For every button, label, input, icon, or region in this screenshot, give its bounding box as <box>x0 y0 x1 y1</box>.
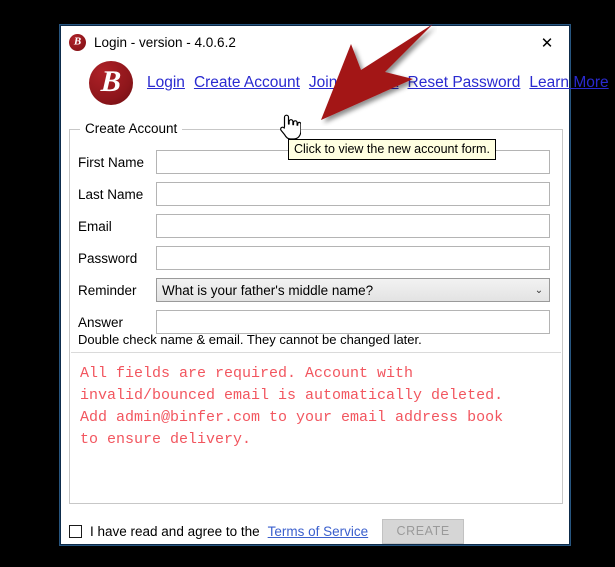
password-input[interactable] <box>156 246 550 270</box>
first-name-label: First Name <box>78 154 145 170</box>
nav-link-login[interactable]: Login <box>147 74 185 92</box>
last-name-label: Last Name <box>78 186 144 202</box>
chevron-down-icon: ⌄ <box>534 284 544 296</box>
email-input[interactable] <box>156 214 550 238</box>
create-button[interactable]: CREATE <box>382 518 465 544</box>
nav-link-learn-more[interactable]: Learn More <box>529 74 608 92</box>
reminder-label: Reminder <box>78 282 137 298</box>
password-label: Password <box>78 250 138 266</box>
title-logo-letter: B <box>73 35 82 48</box>
answer-label: Answer <box>78 314 124 330</box>
nav-link-reset-password[interactable]: Reset Password <box>408 74 521 92</box>
close-icon[interactable]: ✕ <box>525 26 569 59</box>
last-name-input[interactable] <box>156 182 550 206</box>
form-row: Password <box>71 244 561 272</box>
title-bar: B Login - version - 4.0.6.2 ✕ <box>61 26 569 59</box>
login-window: B Login - version - 4.0.6.2 ✕ B Login Cr… <box>60 24 609 546</box>
footer-bar: I have read and agree to the Terms of Se… <box>69 516 563 546</box>
warning-panel: All fields are required. Account with in… <box>71 352 561 502</box>
nav-link-create-account[interactable]: Create Account <box>194 74 300 92</box>
tooltip: Click to view the new account form. <box>288 139 496 160</box>
nav-link-join-network[interactable]: Join Network <box>309 74 399 92</box>
agree-terms-label: I have read and agree to the <box>90 523 260 539</box>
binfer-logo-icon: B <box>69 34 86 51</box>
email-label: Email <box>78 218 112 234</box>
warning-text: All fields are required. Account with in… <box>80 365 504 448</box>
terms-of-service-link[interactable]: Terms of Service <box>268 524 369 539</box>
answer-input[interactable] <box>156 310 550 334</box>
binfer-brand-logo-icon: B <box>89 61 133 105</box>
double-check-note: Double check name & email. They cannot b… <box>78 332 422 347</box>
brand-logo-letter: B <box>100 65 122 98</box>
reminder-select[interactable]: What is your father's middle name? ⌄ <box>156 278 550 302</box>
form-row: Last Name <box>71 180 561 208</box>
window-title: Login - version - 4.0.6.2 <box>94 35 236 50</box>
group-legend: Create Account <box>80 121 183 136</box>
nav-bar: B Login Create Account Join Network Rese… <box>61 59 609 107</box>
form-row: Email <box>71 212 561 240</box>
create-account-group: Create Account First Name Last Name Emai… <box>69 121 563 504</box>
agree-terms-checkbox[interactable] <box>69 524 82 538</box>
reminder-selected-value: What is your father's middle name? <box>162 282 374 298</box>
form-row: Reminder What is your father's middle na… <box>71 276 561 304</box>
